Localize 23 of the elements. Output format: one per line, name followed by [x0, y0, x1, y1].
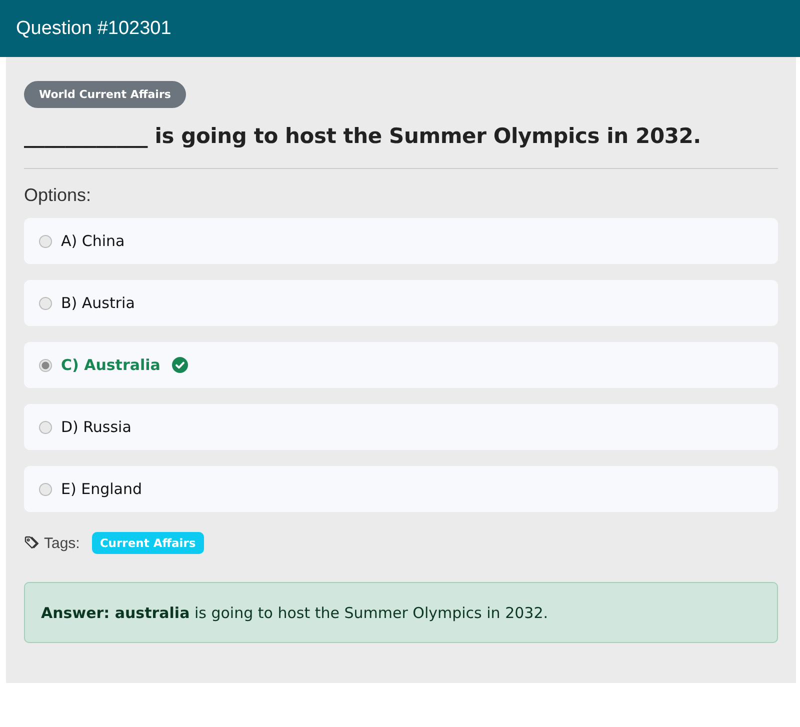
- option-label: B) Austria: [61, 294, 135, 312]
- option-label: E) England: [61, 480, 142, 498]
- check-circle-icon: [172, 357, 188, 373]
- tags-label: Tags:: [44, 534, 80, 552]
- category-badge: World Current Affairs: [24, 81, 186, 108]
- option-label: D) Russia: [61, 418, 132, 436]
- radio-button[interactable]: [39, 234, 52, 248]
- option-label: A) China: [61, 232, 125, 250]
- radio-button[interactable]: [39, 420, 52, 434]
- radio-button[interactable]: [39, 482, 52, 496]
- tags-icon: [24, 535, 40, 551]
- answer-text: Answer: australia is going to host the Summer Olympics in 2032.: [41, 604, 548, 622]
- option-label: C) Australia: [61, 356, 160, 374]
- question-text: ____________ is going to host the Summer Olympics in 2032.: [24, 124, 701, 148]
- option-item[interactable]: D) Russia: [24, 404, 778, 450]
- options-label: Options:: [24, 185, 92, 206]
- question-title: Question #102301: [16, 18, 172, 40]
- option-item[interactable]: E) England: [24, 466, 778, 512]
- option-item[interactable]: C) Australia: [24, 342, 778, 388]
- option-item[interactable]: B) Austria: [24, 280, 778, 326]
- radio-button[interactable]: [39, 296, 52, 310]
- radio-button[interactable]: [39, 358, 52, 372]
- option-item[interactable]: A) China: [24, 218, 778, 264]
